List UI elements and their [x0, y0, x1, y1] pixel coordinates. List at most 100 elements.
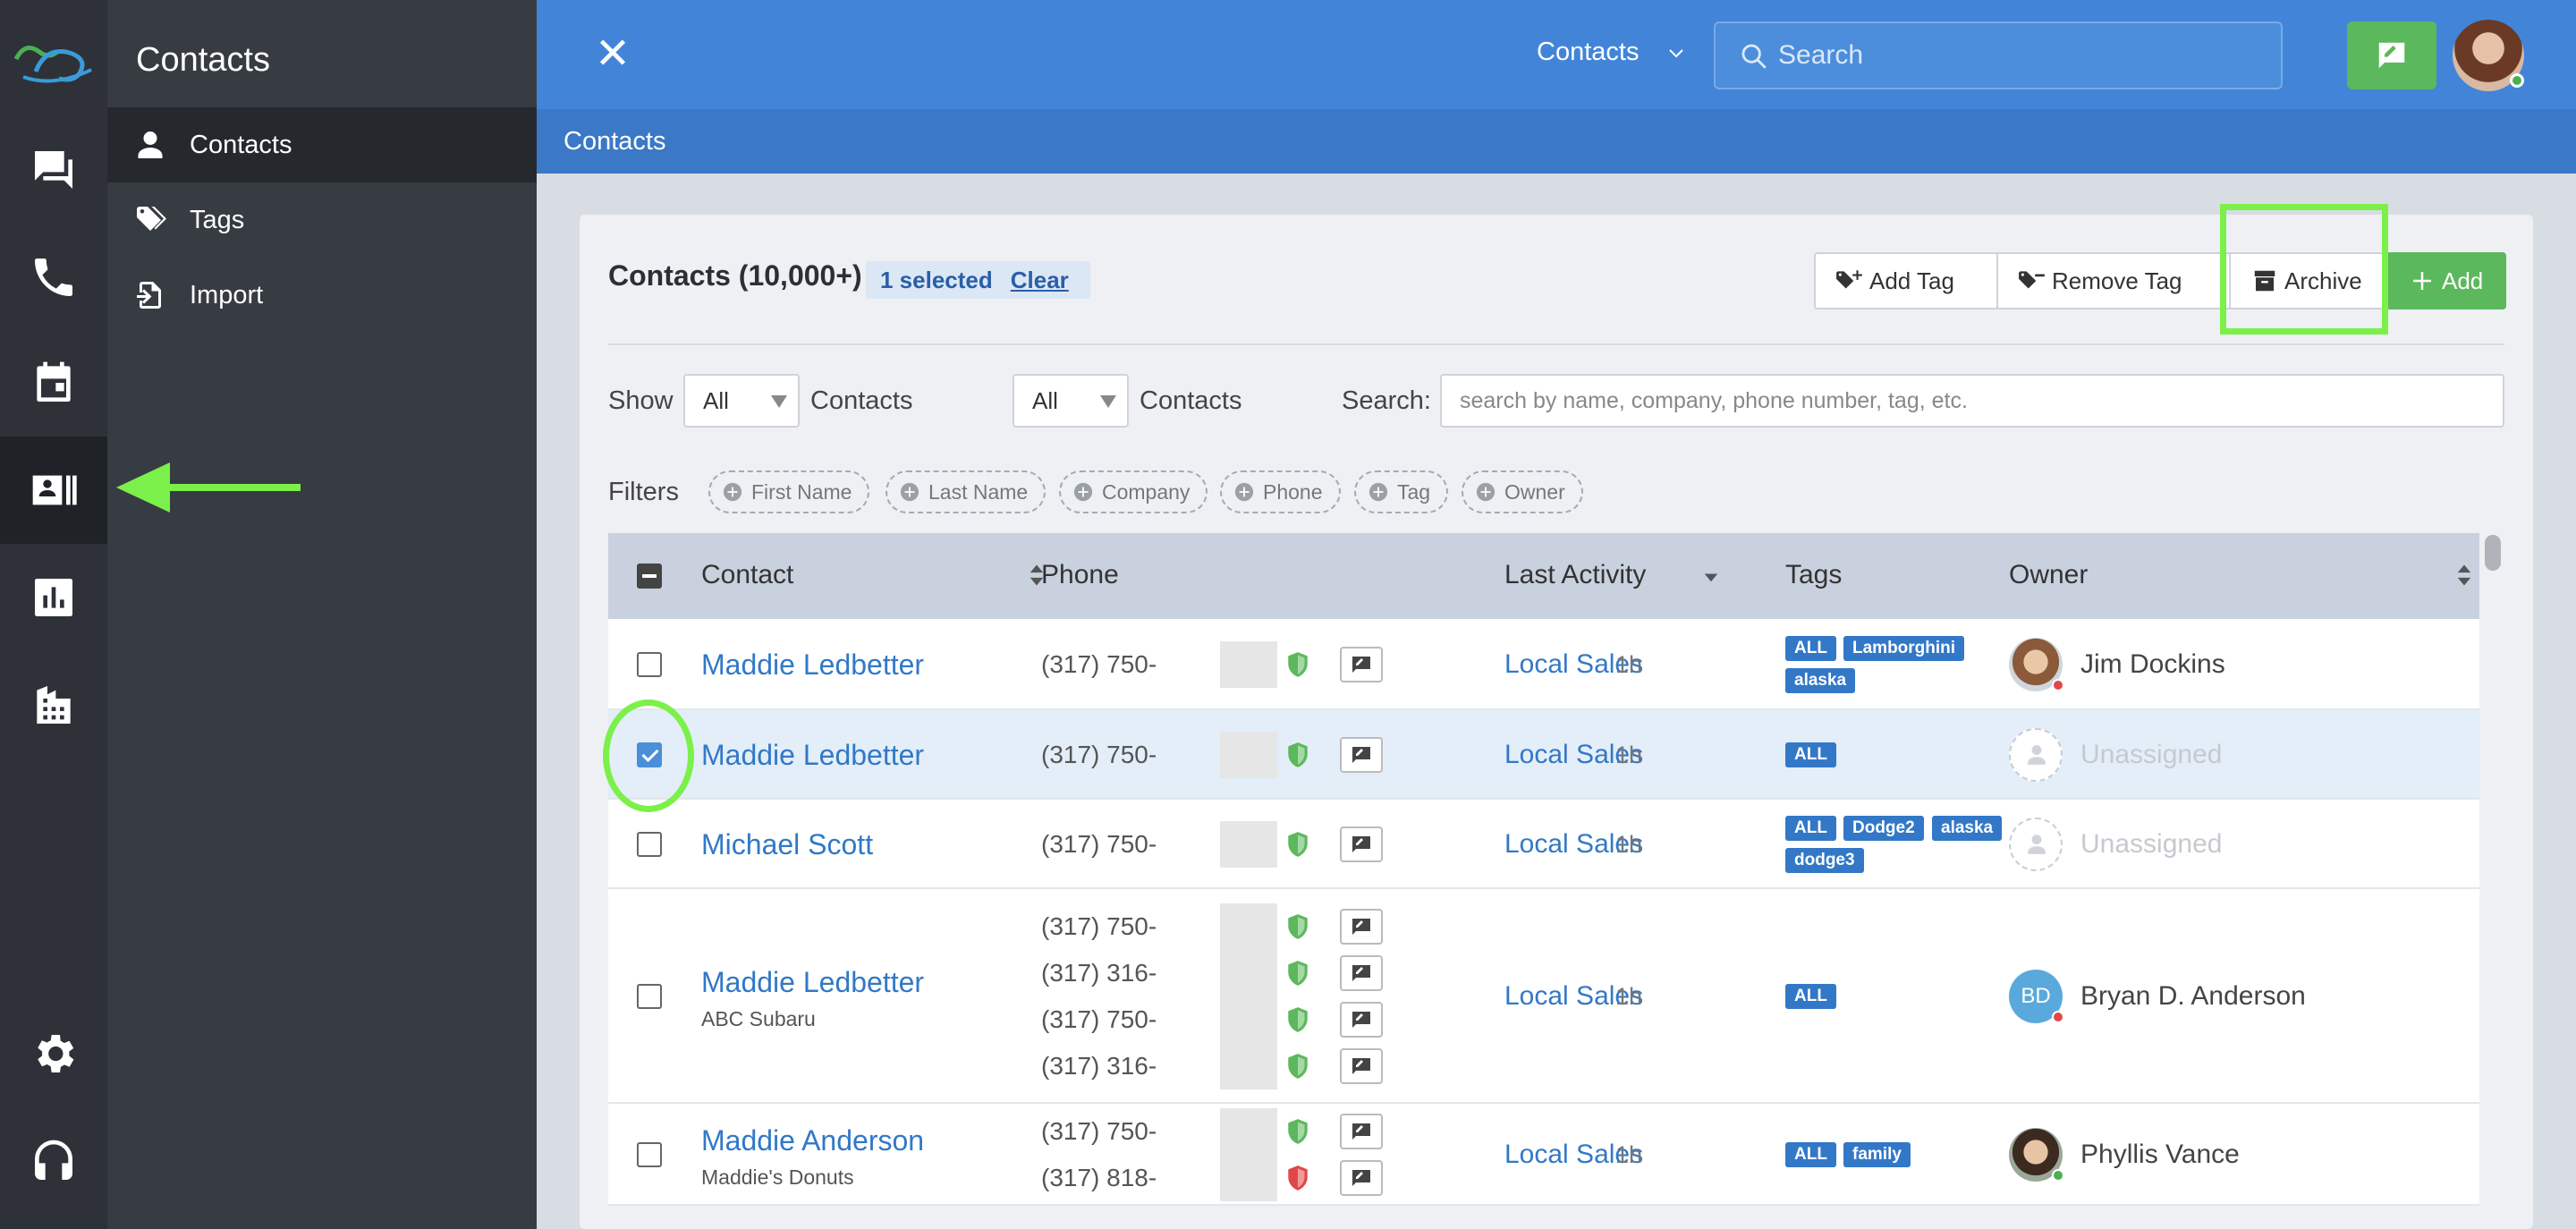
- contacts-menu[interactable]: Contacts: [1537, 38, 1639, 67]
- add-tag-button[interactable]: Add Tag: [1814, 252, 1998, 309]
- send-message-button[interactable]: [1340, 826, 1383, 862]
- row-checkbox[interactable]: [637, 1142, 662, 1167]
- show-select[interactable]: All: [683, 374, 800, 428]
- contacts-search-input[interactable]: search by name, company, phone number, t…: [1440, 374, 2504, 428]
- tag-badge[interactable]: Dodge2: [1843, 816, 1924, 841]
- contact-name-link[interactable]: Maddie Anderson: [701, 1124, 924, 1157]
- table-row[interactable]: Michael Scott (317) 750- Local Sales 1h ALL D…: [608, 800, 2479, 889]
- logo[interactable]: [9, 25, 98, 97]
- phone-number[interactable]: (317) 750-: [1041, 1005, 1157, 1034]
- phone-number[interactable]: (317) 750-: [1041, 1117, 1157, 1146]
- contact-name-link[interactable]: Maddie Ledbetter: [701, 739, 924, 772]
- column-header-contact[interactable]: Contact: [701, 560, 793, 590]
- table-row[interactable]: Maddie Ledbetter ABC Subaru (317) 750- (317…: [608, 889, 2479, 1104]
- message-icon: [1352, 919, 1370, 935]
- send-message-button[interactable]: [1340, 1114, 1383, 1149]
- archive-highlight-box: [2220, 204, 2388, 335]
- tag-badge[interactable]: ALL: [1785, 742, 1836, 767]
- reports-icon[interactable]: [0, 544, 107, 651]
- send-message-button[interactable]: [1340, 1048, 1383, 1084]
- row-checkbox[interactable]: [637, 832, 662, 857]
- owner-name[interactable]: Bryan D. Anderson: [2080, 981, 2306, 1012]
- table-row[interactable]: Maddie Anderson Maddie's Donuts (317) 750-…: [608, 1104, 2479, 1206]
- send-message-button[interactable]: [1340, 737, 1383, 773]
- show-label: Show: [608, 386, 674, 415]
- filter-chip-last-name[interactable]: Last Name: [886, 470, 1046, 513]
- column-header-last-activity[interactable]: Last Activity: [1504, 560, 1646, 590]
- clear-selection-link[interactable]: Clear: [1011, 267, 1069, 294]
- nav-item-import[interactable]: Import: [107, 258, 537, 333]
- support-headset-icon[interactable]: [0, 1107, 107, 1215]
- add-contact-button[interactable]: Add: [2386, 252, 2506, 309]
- phone-icon[interactable]: [0, 224, 107, 331]
- shield-warning-icon: [1288, 1165, 1308, 1191]
- filter-chip-company[interactable]: Company: [1059, 470, 1208, 513]
- phone-number[interactable]: (317) 316-: [1041, 1052, 1157, 1081]
- tag-badge[interactable]: alaska: [1932, 816, 2003, 841]
- compose-message-button[interactable]: [2347, 21, 2436, 89]
- contact-name-link[interactable]: Maddie Ledbetter: [701, 648, 924, 682]
- tag-badge[interactable]: ALL: [1785, 636, 1836, 661]
- send-message-button[interactable]: [1340, 909, 1383, 945]
- send-message-button[interactable]: [1340, 955, 1383, 991]
- close-icon[interactable]: ✕: [586, 27, 640, 81]
- filter-chip-owner[interactable]: Owner: [1462, 470, 1583, 513]
- phone-number[interactable]: (317) 750-: [1041, 830, 1157, 859]
- filter-chip-phone[interactable]: Phone: [1220, 470, 1341, 513]
- column-header-owner[interactable]: Owner: [2009, 560, 2088, 590]
- select-all-checkbox[interactable]: [637, 564, 662, 589]
- tag-badge[interactable]: family: [1843, 1142, 1911, 1167]
- owner-avatar: [2009, 728, 2063, 782]
- owner-name[interactable]: Phyllis Vance: [2080, 1140, 2240, 1170]
- owner-name[interactable]: Unassigned: [2080, 829, 2222, 860]
- row-checkbox[interactable]: [637, 652, 662, 677]
- last-activity-time: 1h: [1615, 831, 1643, 858]
- tag-badge[interactable]: ALL: [1785, 984, 1836, 1009]
- global-search-input[interactable]: Search: [1714, 21, 2283, 89]
- contact-name-link[interactable]: Maddie Ledbetter: [701, 966, 924, 999]
- last-activity-time: 1h: [1615, 742, 1643, 768]
- send-message-button[interactable]: [1340, 1160, 1383, 1196]
- table-row[interactable]: Maddie Ledbetter (317) 750- Local Sales 1h A…: [608, 710, 2479, 800]
- phone-number[interactable]: (317) 750-: [1041, 741, 1157, 769]
- tag-badge[interactable]: dodge3: [1785, 848, 1864, 873]
- column-header-phone[interactable]: Phone: [1041, 560, 1119, 590]
- messages-icon[interactable]: [0, 116, 107, 224]
- scrollbar[interactable]: [2485, 535, 2501, 571]
- message-icon: [1352, 1012, 1370, 1028]
- phone-number[interactable]: (317) 316-: [1041, 959, 1157, 987]
- nav-item-label: Import: [190, 280, 264, 309]
- filter-chip-tag[interactable]: Tag: [1354, 470, 1449, 513]
- contacts-icon[interactable]: [0, 437, 107, 544]
- table-row[interactable]: Maddie Ledbetter (317) 750- Local Sales 1h A…: [608, 619, 2479, 710]
- chevron-down-icon[interactable]: [1665, 43, 1687, 64]
- filter-chip-first-name[interactable]: First Name: [708, 470, 870, 513]
- phone-number[interactable]: (317) 750-: [1041, 650, 1157, 679]
- sort-desc-icon[interactable]: [1703, 564, 1719, 587]
- tag-badge[interactable]: Lamborghini: [1843, 636, 1965, 661]
- nav-item-contacts[interactable]: Contacts: [107, 107, 537, 182]
- phone-number[interactable]: (317) 750-: [1041, 912, 1157, 941]
- row-checkbox[interactable]: [637, 984, 662, 1009]
- tag-badge[interactable]: ALL: [1785, 1142, 1836, 1167]
- owner-name[interactable]: Jim Dockins: [2080, 649, 2225, 680]
- owner-name[interactable]: Unassigned: [2080, 740, 2222, 770]
- sort-icon[interactable]: [2456, 564, 2472, 587]
- type-select[interactable]: All: [1013, 374, 1129, 428]
- remove-tag-button[interactable]: Remove Tag: [1996, 252, 2231, 309]
- organization-icon[interactable]: [0, 651, 107, 759]
- divider: [608, 343, 2504, 345]
- settings-icon[interactable]: [0, 1000, 107, 1107]
- send-message-button[interactable]: [1340, 647, 1383, 682]
- nav-item-tags[interactable]: Tags: [107, 182, 537, 258]
- message-icon: [1352, 836, 1370, 852]
- phone-number[interactable]: (317) 818-: [1041, 1164, 1157, 1192]
- contact-name-link[interactable]: Michael Scott: [701, 828, 873, 861]
- tag-badge[interactable]: ALL: [1785, 816, 1836, 841]
- user-avatar[interactable]: [2453, 20, 2524, 91]
- send-message-button[interactable]: [1340, 1002, 1383, 1038]
- calendar-icon[interactable]: [0, 329, 107, 437]
- tag-badge[interactable]: alaska: [1785, 668, 1856, 693]
- plus-circle-icon: [723, 482, 742, 502]
- column-header-tags[interactable]: Tags: [1785, 560, 1842, 590]
